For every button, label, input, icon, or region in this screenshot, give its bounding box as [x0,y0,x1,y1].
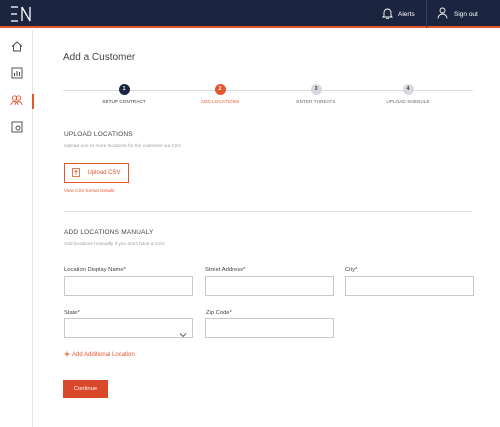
city-field[interactable] [345,276,474,296]
customers-icon [10,93,23,111]
manual-section-subtitle: Add locations manually if you don't have… [64,242,165,247]
analytics-icon [11,66,23,84]
street-address-field[interactable] [205,276,334,296]
state-label: State* [64,310,80,316]
state-select[interactable] [64,318,193,338]
section-divider [64,211,472,212]
sidebar-item-analytics[interactable] [0,64,33,86]
sidebar [0,30,34,427]
alerts-button[interactable]: Alerts [370,0,426,28]
sidebar-item-home[interactable] [0,37,33,59]
upload-section-subtitle: Upload one or more locations for the cus… [64,144,182,149]
step-number: 2 [214,84,226,95]
continue-button[interactable]: Continue [63,380,108,398]
top-navigation-bar: Alerts Sign out [0,0,500,28]
step-number: 3 [310,84,322,95]
settings-icon [11,120,23,138]
upload-section-title: UPLOAD LOCATIONS [64,131,133,138]
step-upload-schedule[interactable]: 4 UPLOAD SHEDULE [363,84,453,104]
sidebar-item-settings[interactable] [0,118,33,140]
sign-out-button[interactable]: Sign out [427,0,500,28]
step-setup-contract[interactable]: 1 SETUP CONTRACT [79,84,169,104]
add-location-label: Add Additional Location [72,352,135,358]
sidebar-item-customers[interactable] [0,91,34,113]
csv-format-link[interactable]: View CSV format Details [64,188,114,193]
step-number: 1 [118,84,130,95]
street-address-label: Street Address* [205,267,246,273]
add-additional-location-link[interactable]: Add Additional Location [64,351,135,359]
step-add-locations[interactable]: 2 ADD LOCATIONS [175,84,265,104]
sign-out-label: Sign out [454,10,478,18]
zip-code-label: Zip Code* [206,310,232,316]
step-label: SETUP CONTRACT [102,99,146,104]
city-label: City* [345,267,358,273]
page-title: Add a Customer [63,52,136,63]
display-name-field[interactable] [64,276,193,296]
step-label: UPLOAD SHEDULE [386,99,430,104]
bell-icon [381,7,394,21]
manual-section-title: ADD LOCATIONS MANUALY [64,229,154,236]
user-icon [437,7,448,21]
upload-csv-button[interactable]: Upload CSV [64,163,129,183]
zip-code-field[interactable] [205,318,334,338]
chevron-down-icon [179,325,187,343]
upload-csv-label: Upload CSV [87,170,121,176]
home-icon [11,39,23,57]
step-label: ENTER THREATS [296,99,336,104]
step-enter-threats[interactable]: 3 ENTER THREATS [271,84,361,104]
plus-icon [64,351,70,359]
step-number: 4 [402,84,414,95]
alerts-label: Alerts [398,10,415,18]
display-name-label: Location Display Name* [64,267,126,273]
upload-icon [72,167,81,179]
brand-logo[interactable] [9,5,31,23]
step-label: ADD LOCATIONS [200,99,240,104]
